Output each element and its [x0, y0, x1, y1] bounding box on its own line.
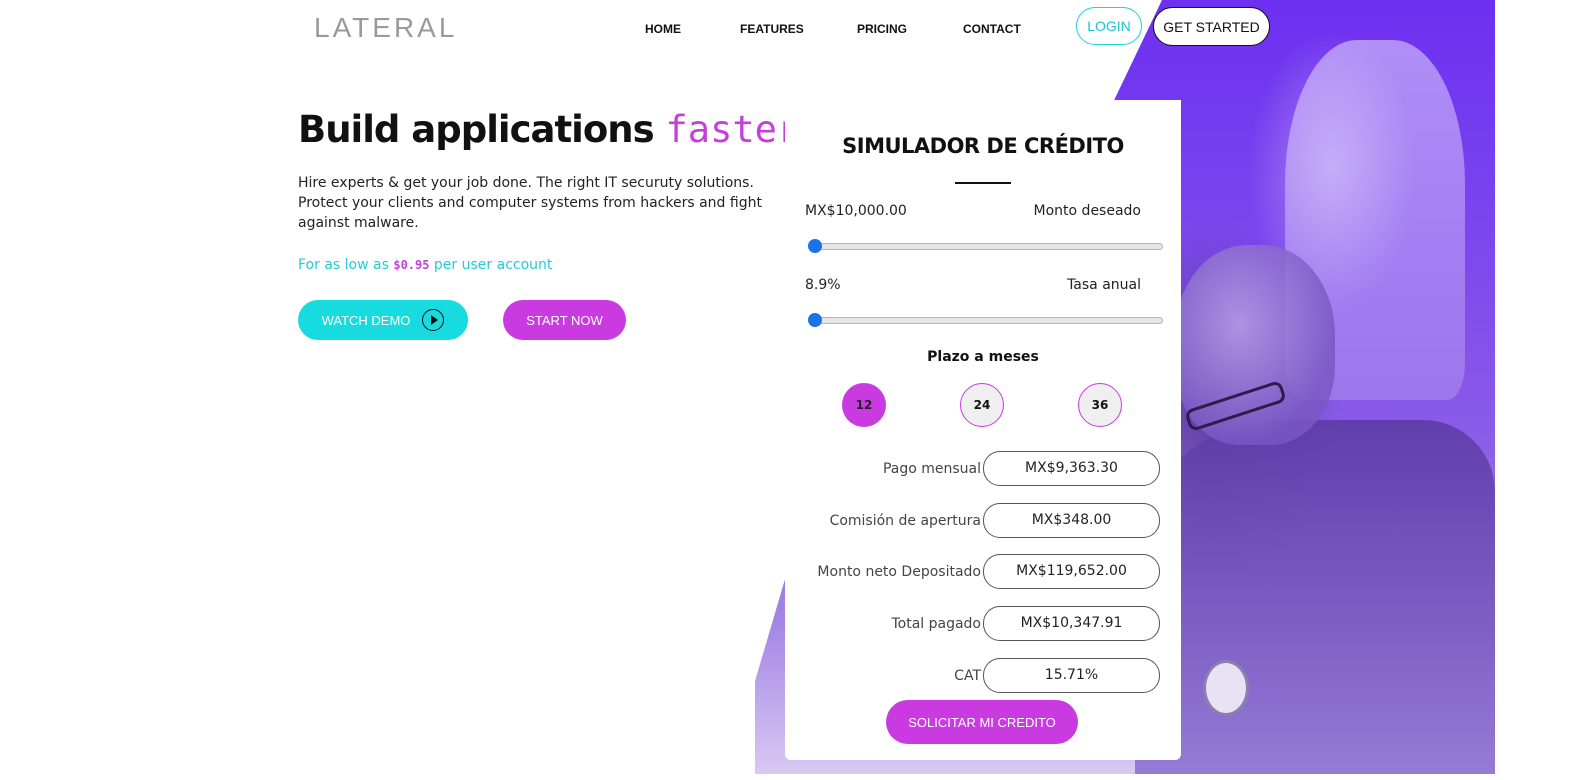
play-circle-icon — [422, 309, 445, 331]
nav-home[interactable]: HOME — [645, 22, 681, 36]
term-option-24[interactable]: 24 — [960, 383, 1004, 427]
price-prefix: For as low as — [298, 257, 389, 273]
hero-title-main: Build applications — [298, 108, 655, 151]
price-suffix: per user account — [433, 257, 553, 273]
watch-demo-button[interactable]: WATCH DEMO — [298, 300, 468, 340]
hero-description: Hire experts & get your job done. The ri… — [298, 175, 762, 231]
result-row-total-paid: Total pagado MX$10,347.91 — [785, 606, 1161, 642]
brand-logo[interactable]: LATERAL — [314, 12, 457, 44]
credit-simulator-card: SIMULADOR DE CRÉDITO MX$10,000.00 Monto … — [785, 100, 1181, 760]
hero-title: Build applications faster — [298, 108, 799, 151]
result-value: MX$348.00 — [983, 503, 1160, 538]
result-row-opening-fee: Comisión de apertura MX$348.00 — [785, 503, 1161, 539]
term-option-12[interactable]: 12 — [842, 383, 886, 427]
amount-value: MX$10,000.00 — [805, 203, 907, 219]
watch-demo-label: WATCH DEMO — [321, 312, 411, 328]
simulator-title: SIMULADOR DE CRÉDITO — [842, 134, 1124, 158]
wristwatch-shape — [1203, 660, 1249, 716]
result-row-cat: CAT 15.71% — [785, 658, 1161, 694]
rate-label: Tasa anual — [1067, 277, 1141, 293]
request-credit-button[interactable]: SOLICITAR MI CREDITO — [886, 700, 1078, 744]
amount-slider-track[interactable] — [815, 243, 1163, 250]
term-title: Plazo a meses — [927, 349, 1039, 365]
result-label: Monto neto Depositado — [817, 564, 981, 580]
nav-features[interactable]: FEATURES — [740, 22, 804, 36]
start-now-button[interactable]: START NOW — [503, 300, 626, 340]
result-value: MX$9,363.30 — [983, 451, 1160, 486]
result-label: Total pagado — [891, 616, 981, 632]
result-label: Pago mensual — [882, 461, 981, 477]
amount-label: Monto deseado — [1033, 203, 1141, 219]
result-value: MX$10,347.91 — [983, 606, 1160, 641]
result-value: MX$119,652.00 — [983, 554, 1160, 589]
result-label: Comisión de apertura — [829, 513, 981, 529]
rate-slider-track[interactable] — [815, 317, 1163, 324]
rate-value: 8.9% — [805, 277, 841, 293]
title-divider — [955, 182, 1011, 184]
hero-title-accent: faster — [665, 108, 800, 151]
result-row-net-deposit: Monto neto Depositado MX$119,652.00 — [785, 554, 1161, 590]
nav-contact[interactable]: CONTACT — [963, 22, 1021, 36]
rate-slider-thumb[interactable] — [808, 313, 822, 327]
price-value: $0.95 — [393, 258, 430, 272]
result-value: 15.71% — [983, 658, 1160, 693]
hero-price-line: For as low as $0.95 per user account — [298, 257, 552, 273]
seated-man-body-shape — [1135, 420, 1495, 774]
amount-slider-thumb[interactable] — [808, 239, 822, 253]
login-button[interactable]: LOGIN — [1076, 7, 1142, 45]
get-started-button[interactable]: GET STARTED — [1153, 7, 1270, 46]
result-label: CAT — [954, 668, 981, 684]
term-option-36[interactable]: 36 — [1078, 383, 1122, 427]
nav-pricing[interactable]: PRICING — [857, 22, 907, 36]
result-row-monthly-payment: Pago mensual MX$9,363.30 — [785, 451, 1161, 487]
